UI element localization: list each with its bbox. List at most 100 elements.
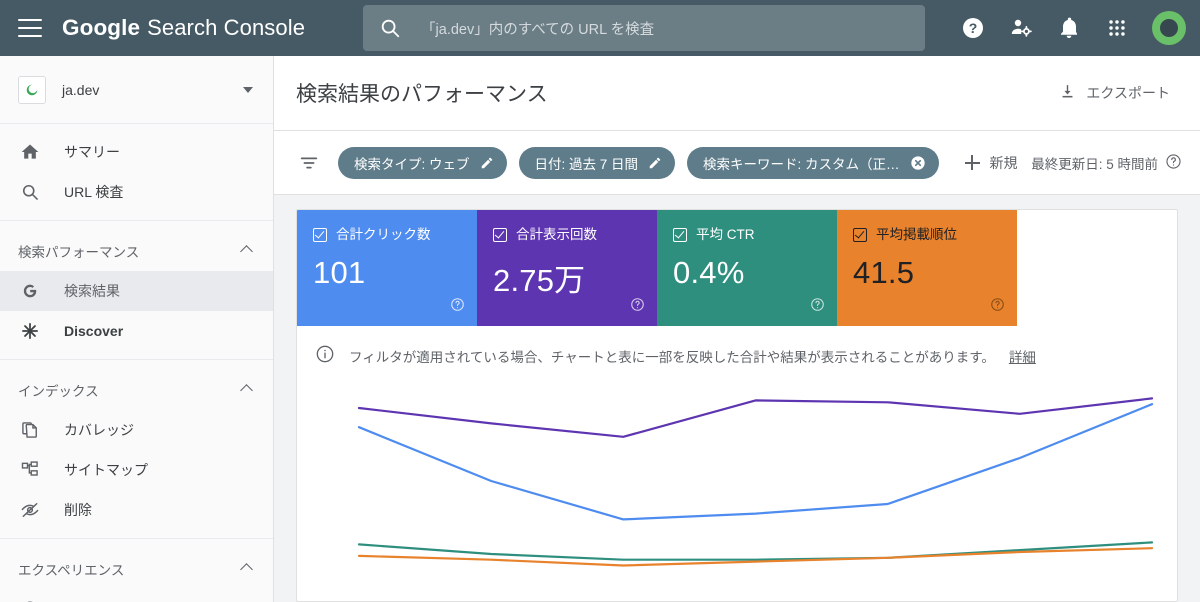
filter-notice-link[interactable]: 詳細: [1009, 346, 1036, 366]
sitemap-icon: [18, 460, 42, 480]
performance-chart: [297, 367, 1177, 587]
property-selector[interactable]: ja.dev: [0, 56, 273, 124]
metric-label-row: 合計クリック数: [313, 228, 463, 242]
brand-product-text: Search Console: [147, 15, 306, 40]
sidebar-section-header[interactable]: インデックス: [0, 368, 273, 410]
metric-cards: 合計クリック数 101 合計表示回数 2.75万 平均 CTR 0.4% 平均掲…: [297, 210, 1177, 326]
help-circle-icon[interactable]: [1165, 153, 1182, 173]
top-bar-actions: ?: [952, 7, 1186, 49]
add-filter-label: 新規: [989, 154, 1018, 171]
help-icon[interactable]: ?: [952, 7, 994, 49]
brand-google-text: Google: [62, 15, 141, 40]
filter-bar: 検索タイプ: ウェブ 日付: 過去 7 日間 検索キーワード: カスタム（正…: [274, 131, 1200, 195]
metric-checkbox[interactable]: [853, 228, 867, 242]
account-settings-icon[interactable]: [1000, 7, 1042, 49]
notifications-bell-icon[interactable]: [1048, 7, 1090, 49]
performance-chart-svg[interactable]: [297, 377, 1172, 577]
brand-logo[interactable]: Google Search Console: [62, 15, 305, 41]
export-label: エクスポート: [1086, 85, 1170, 101]
pencil-edit-icon: [648, 156, 662, 170]
content-area: 合計クリック数 101 合計表示回数 2.75万 平均 CTR 0.4% 平均掲…: [274, 195, 1200, 602]
filter-chip-label: 検索タイプ: ウェブ: [354, 156, 470, 172]
metric-checkbox[interactable]: [673, 228, 687, 242]
metric-label: 合計クリック数: [336, 227, 431, 243]
sidebar-section-header[interactable]: 検索パフォーマンス: [0, 229, 273, 271]
filter-chip-label: 日付: 過去 7 日間: [534, 156, 639, 172]
export-button[interactable]: エクスポート: [1045, 75, 1184, 111]
google-g-icon: [18, 281, 42, 301]
chevron-up-icon: [240, 244, 253, 258]
download-icon: [1059, 83, 1076, 103]
menu-hamburger-icon[interactable]: [18, 19, 42, 37]
filter-list-icon[interactable]: [298, 152, 320, 174]
filter-chip-query[interactable]: 検索キーワード: カスタム（正…: [687, 146, 939, 179]
chart-series-line: [357, 547, 1154, 567]
apps-grid-icon[interactable]: [1096, 7, 1138, 49]
sidebar-item-label: URL 検査: [64, 184, 124, 200]
filter-notice: フィルタが適用されている場合、チャートと表に一部を反映した合計や結果が表示される…: [297, 326, 1177, 367]
sidebar-item-discover[interactable]: Discover: [0, 311, 273, 351]
pencil-edit-icon: [480, 156, 494, 170]
sidebar-item-label: 削除: [64, 502, 92, 518]
plus-icon: [964, 155, 980, 170]
metric-label: 平均掲載順位: [876, 227, 957, 243]
sidebar-item-removals[interactable]: 削除: [0, 490, 273, 530]
sidebar-item-page-experience[interactable]: ページ エクスペリエンス: [0, 589, 273, 602]
metric-card-average-position[interactable]: 平均掲載順位 41.5: [837, 210, 1017, 326]
sidebar-section-label: インデックス: [18, 384, 99, 399]
avatar[interactable]: [1152, 11, 1186, 45]
metric-card-total-impressions[interactable]: 合計表示回数 2.75万: [477, 210, 657, 326]
add-filter-button[interactable]: 新規: [964, 153, 1018, 173]
sidebar-item-sitemaps[interactable]: サイトマップ: [0, 450, 273, 490]
search-placeholder-text: 「ja.dev」内のすべての URL を検査: [421, 21, 655, 38]
metric-label-row: 平均掲載順位: [853, 228, 1003, 242]
chevron-up-icon: [240, 562, 253, 576]
filter-chip-label: 検索キーワード: カスタム（正…: [703, 156, 900, 172]
metric-label-row: 平均 CTR: [673, 228, 823, 242]
sidebar-item-label: 検索結果: [64, 283, 120, 299]
home-icon: [18, 142, 42, 162]
sidebar-item-summary[interactable]: サマリー: [0, 132, 273, 172]
search-icon: [379, 17, 401, 39]
metric-value: 0.4%: [673, 255, 745, 290]
inspection-search-wrap: 「ja.dev」内のすべての URL を検査: [363, 5, 926, 51]
help-circle-icon[interactable]: [630, 297, 645, 317]
chart-series-line: [357, 397, 1154, 438]
metric-value: 2.75万: [493, 263, 586, 298]
metric-value: 101: [313, 255, 366, 290]
help-circle-icon[interactable]: [450, 297, 465, 317]
sidebar-item-label: サイトマップ: [64, 462, 148, 478]
metric-card-total-clicks[interactable]: 合計クリック数 101: [297, 210, 477, 326]
sidebar-section-experience: エクスペリエンス ページ エクスペリエンス: [0, 539, 273, 602]
main-content: 検索結果のパフォーマンス エクスポート 検索タイプ: ウェブ 日付: 過去 7 …: [274, 56, 1200, 602]
sidebar-item-search-results[interactable]: 検索結果: [0, 271, 273, 311]
top-app-bar: Google Search Console 「ja.dev」内のすべての URL…: [0, 0, 1200, 56]
metric-checkbox[interactable]: [493, 228, 507, 242]
help-circle-icon[interactable]: [810, 297, 825, 317]
page-header: 検索結果のパフォーマンス エクスポート: [274, 56, 1200, 131]
sidebar: ja.dev サマリー URL 検査 検索パフォーマンス 検索結果 Discov…: [0, 56, 274, 602]
chevron-down-icon: [243, 86, 253, 93]
metric-card-average-ctr[interactable]: 平均 CTR 0.4%: [657, 210, 837, 326]
sidebar-section-label: 検索パフォーマンス: [18, 245, 140, 260]
url-inspection-search-input[interactable]: 「ja.dev」内のすべての URL を検査: [363, 5, 926, 51]
metric-checkbox[interactable]: [313, 228, 327, 242]
metric-value: 41.5: [853, 255, 915, 290]
sidebar-item-label: カバレッジ: [64, 422, 134, 438]
sidebar-item-coverage[interactable]: カバレッジ: [0, 410, 273, 450]
svg-text:?: ?: [969, 20, 978, 36]
sidebar-item-url-inspection[interactable]: URL 検査: [0, 172, 273, 212]
help-circle-icon[interactable]: [990, 297, 1005, 317]
filter-chip-search-type[interactable]: 検索タイプ: ウェブ: [338, 146, 507, 179]
app-body: ja.dev サマリー URL 検査 検索パフォーマンス 検索結果 Discov…: [0, 56, 1200, 602]
filter-chip-date[interactable]: 日付: 過去 7 日間: [518, 146, 676, 179]
sidebar-top-group: サマリー URL 検査: [0, 124, 273, 221]
last-updated: 最終更新日: 5 時間前: [1031, 153, 1182, 173]
sidebar-section-header[interactable]: エクスペリエンス: [0, 547, 273, 589]
eye-off-icon: [18, 500, 42, 520]
performance-card: 合計クリック数 101 合計表示回数 2.75万 平均 CTR 0.4% 平均掲…: [296, 209, 1178, 602]
property-name: ja.dev: [62, 81, 100, 98]
metric-label: 平均 CTR: [696, 227, 755, 243]
close-circle-icon[interactable]: [910, 155, 926, 171]
site-favicon-icon: [18, 75, 46, 104]
